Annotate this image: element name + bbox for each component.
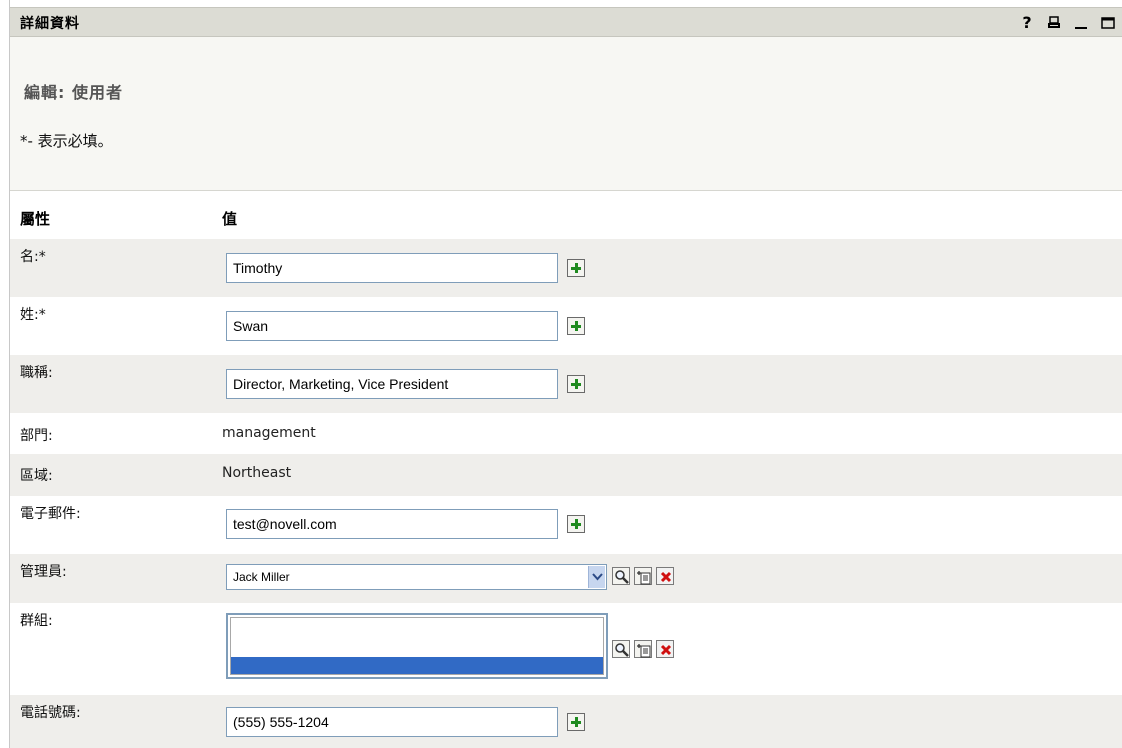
portlet-titlebar: 詳細資料 ? bbox=[10, 7, 1122, 37]
email-label: 電子郵件: bbox=[20, 506, 81, 522]
row-email: 電子郵件: bbox=[10, 496, 1122, 554]
print-icon[interactable] bbox=[1047, 15, 1061, 31]
title-input[interactable] bbox=[226, 369, 558, 399]
last-name-input[interactable] bbox=[226, 311, 558, 341]
title-label: 職稱: bbox=[20, 365, 53, 381]
first-name-label: 名:* bbox=[20, 249, 46, 265]
add-last-name-icon[interactable] bbox=[567, 317, 585, 335]
column-header-value: 值 bbox=[222, 210, 238, 228]
region-value: Northeast bbox=[222, 465, 292, 481]
magnifier-icon[interactable] bbox=[612, 567, 630, 585]
first-name-input[interactable] bbox=[226, 253, 558, 283]
detail-portlet: 詳細資料 ? 編輯: 使用者 *- 表示必填。 屬性 值 名:* 姓:* bbox=[9, 0, 1122, 748]
delete-icon[interactable] bbox=[656, 640, 674, 658]
row-first-name: 名:* bbox=[10, 239, 1122, 297]
group-label: 群組: bbox=[20, 613, 53, 629]
row-last-name: 姓:* bbox=[10, 297, 1122, 355]
row-group: 群組: bbox=[10, 603, 1122, 685]
add-first-name-icon[interactable] bbox=[567, 259, 585, 277]
history-icon[interactable] bbox=[634, 640, 652, 658]
region-label: 區域: bbox=[20, 468, 53, 484]
minimize-icon[interactable] bbox=[1074, 15, 1088, 31]
delete-icon[interactable] bbox=[656, 567, 674, 585]
group-list-area bbox=[230, 617, 604, 675]
group-list-selected-item[interactable] bbox=[231, 657, 603, 674]
add-phone-icon[interactable] bbox=[567, 713, 585, 731]
history-icon[interactable] bbox=[634, 567, 652, 585]
email-input[interactable] bbox=[226, 509, 558, 539]
maximize-icon[interactable] bbox=[1101, 15, 1115, 31]
chevron-down-icon[interactable] bbox=[588, 566, 605, 588]
phone-label: 電話號碼: bbox=[20, 705, 81, 721]
row-region: 區域: Northeast bbox=[10, 454, 1122, 496]
phone-input[interactable] bbox=[226, 707, 558, 737]
add-email-icon[interactable] bbox=[567, 515, 585, 533]
column-header-attribute: 屬性 bbox=[20, 210, 51, 228]
row-title: 職稱: bbox=[10, 355, 1122, 413]
row-department: 部門: management bbox=[10, 413, 1122, 454]
portlet-title: 詳細資料 bbox=[20, 16, 80, 32]
row-manager: 管理員: Jack Miller bbox=[10, 554, 1122, 603]
window-controls: ? bbox=[1020, 11, 1115, 35]
department-value: management bbox=[222, 425, 316, 441]
department-label: 部門: bbox=[20, 428, 53, 444]
row-phone: 電話號碼: bbox=[10, 695, 1122, 748]
last-name-label: 姓:* bbox=[20, 307, 46, 323]
required-note: *- 表示必填。 bbox=[20, 132, 113, 150]
magnifier-icon[interactable] bbox=[612, 640, 630, 658]
manager-selected-value: Jack Miller bbox=[233, 570, 290, 584]
page-title: 編輯: 使用者 bbox=[24, 83, 123, 102]
manager-label: 管理員: bbox=[20, 564, 67, 580]
form-header: 編輯: 使用者 *- 表示必填。 bbox=[10, 37, 1122, 191]
add-title-icon[interactable] bbox=[567, 375, 585, 393]
group-listbox[interactable] bbox=[226, 613, 608, 679]
manager-select[interactable]: Jack Miller bbox=[226, 564, 607, 590]
help-icon[interactable]: ? bbox=[1020, 15, 1034, 31]
